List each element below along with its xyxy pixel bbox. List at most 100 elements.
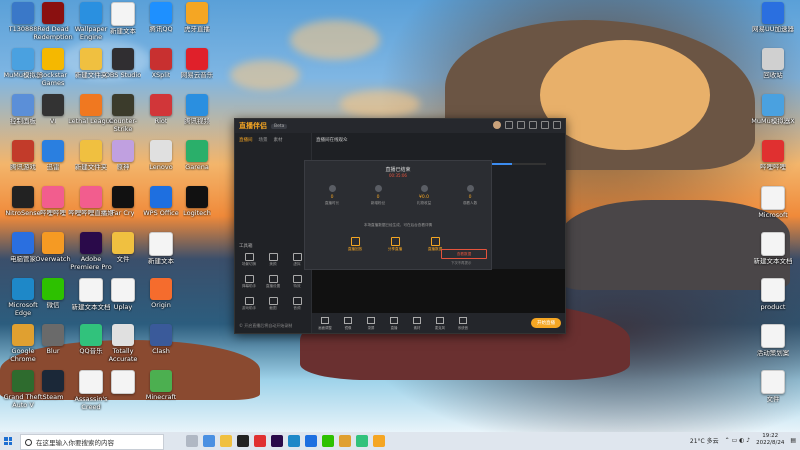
desktop-icon[interactable]: Minecraft [138, 370, 184, 409]
lenovo-icon [150, 140, 172, 162]
wechat-taskbar-icon[interactable] [322, 435, 334, 447]
stat-item: 0 直播时长 [317, 185, 347, 206]
desktop-icon[interactable]: 回收站 [750, 48, 796, 87]
bottom-toolbar-item[interactable]: 素材 [407, 316, 427, 330]
desktop-icon[interactable]: product [750, 278, 796, 319]
xsplit-icon [150, 48, 172, 70]
wallpaper-icon [80, 2, 102, 24]
task-view-icon[interactable] [186, 435, 198, 447]
stat-label: 观看人数 [462, 201, 478, 205]
bottom-toolbar-item[interactable]: 画面调整 [315, 316, 335, 330]
netease-icon [186, 48, 208, 70]
search-placeholder: 在这里输入你要搜索的内容 [36, 439, 114, 447]
dialog-action[interactable]: 分享直播 [379, 237, 411, 252]
folder-icon [112, 232, 134, 254]
desktop-icon[interactable]: 新建文本文档 [750, 232, 796, 273]
desktop-icon[interactable]: Logitech [174, 186, 220, 225]
settings-icon[interactable] [517, 121, 525, 129]
bottom-toolbar-item[interactable]: 直播 [384, 316, 404, 330]
stream-preview[interactable] [312, 269, 565, 313]
dialog-action[interactable]: 直播回放 [339, 237, 371, 252]
desktop-icon[interactable]: 哔哩哔哩 [750, 140, 796, 179]
desktop-icon[interactable]: 网易云音乐 [174, 48, 220, 87]
live-app-taskbar-icon[interactable] [373, 435, 385, 447]
toolbox-item[interactable]: 截图 [263, 297, 283, 311]
stat-value: ¥0.0 [418, 195, 430, 200]
message-icon[interactable] [505, 121, 513, 129]
app-tag: Beta [271, 123, 288, 129]
toolbox-item[interactable]: 特效 [287, 275, 307, 289]
desktop-icon[interactable]: 网易UU加速器 [750, 2, 796, 41]
clock[interactable]: 19:22 2022/8/24 [756, 433, 784, 447]
doc-icon [111, 278, 135, 302]
tencent-video-icon [186, 94, 208, 116]
action-label: 分享直播 [387, 247, 403, 251]
recycle-bin-icon [762, 48, 784, 70]
minimize-icon[interactable] [529, 121, 537, 129]
huya-icon [186, 2, 208, 24]
desktop-icon[interactable]: 活动策划案 [750, 324, 796, 365]
toolbox-item[interactable]: 音频 [287, 297, 307, 311]
desktop-icon[interactable]: 文件 [750, 370, 796, 411]
premiere-taskbar-icon[interactable] [271, 435, 283, 447]
lethal-icon [80, 94, 102, 116]
notion-taskbar-icon[interactable] [237, 435, 249, 447]
stat-item: ¥0.0 礼物收益 [409, 185, 439, 206]
weather[interactable]: 21°C 多云 [690, 436, 719, 445]
taskbar-search[interactable]: 在这里输入你要搜索的内容 [20, 434, 164, 450]
chrome-taskbar-icon[interactable] [339, 435, 351, 447]
desktop-icon-label: Microsoft [758, 212, 788, 219]
bottom-toolbar-item[interactable]: 麦克风 [430, 316, 450, 330]
desktop-icon[interactable]: MuMu模拟器X [750, 94, 796, 133]
music-taskbar-icon[interactable] [356, 435, 368, 447]
start-button[interactable] [0, 432, 16, 450]
tool-icon [268, 297, 278, 305]
toolbox-item[interactable]: 场景切换 [239, 253, 259, 267]
bottom-toolbar-item[interactable]: 镜像 [338, 316, 358, 330]
close-icon[interactable] [553, 121, 561, 129]
desktop-icon[interactable]: 新建文本 [138, 232, 184, 273]
system-tray: 21°C 多云 ⌃ ▭ ◐ ♪ 19:22 2022/8/24 ▤ [690, 433, 796, 447]
uu-icon [762, 2, 784, 24]
bottom-toolbar-item[interactable]: 系统音 [453, 316, 473, 330]
toolbox-item[interactable]: 游戏助手 [239, 297, 259, 311]
toolbox-item[interactable]: 直播设置 [263, 275, 283, 289]
desktop-icon[interactable]: Origin [138, 278, 184, 317]
desktop-icon[interactable]: Garena [174, 140, 220, 179]
desktop-icon-label: Far Cry [111, 210, 135, 217]
top-info: 直播间在线观众 [316, 138, 348, 143]
browser-taskbar-icon[interactable] [288, 435, 300, 447]
toolbox-item[interactable]: 美颜 [263, 253, 283, 267]
desktop-icon[interactable]: 腾讯视频 [174, 94, 220, 133]
farcry-icon [112, 186, 134, 208]
app-taskbar-icon[interactable] [254, 435, 266, 447]
dont-show-again-checkbox[interactable]: 下次不再提示 [451, 260, 471, 265]
notification-icon[interactable]: ▤ [790, 437, 796, 444]
tab-live-room[interactable]: 直播间 [239, 137, 253, 143]
avatar[interactable] [493, 121, 501, 129]
paper-plane-icon [150, 2, 172, 24]
doc-icon [761, 370, 785, 394]
explorer-taskbar-icon[interactable] [220, 435, 232, 447]
tab-assets[interactable]: 素材 [274, 137, 283, 143]
mail-taskbar-icon[interactable] [305, 435, 317, 447]
tool-label: 美颜 [269, 262, 277, 266]
tool-label: 直播设置 [265, 284, 281, 288]
desktop-icon-label: VI [49, 118, 57, 125]
desktop-icon[interactable]: Clash [138, 324, 184, 363]
toolbar-icon [390, 316, 398, 324]
view-data-button[interactable]: 查看数据 [441, 249, 487, 259]
toolbox-item[interactable]: 弹幕助手 [239, 275, 259, 289]
toolbar-icon [436, 316, 444, 324]
bottom-toolbar-item[interactable]: 录屏 [361, 316, 381, 330]
app-titlebar[interactable]: 直播伴侣 Beta [235, 119, 565, 133]
maximize-icon[interactable] [541, 121, 549, 129]
desktop-icon[interactable]: 虎牙直播 [174, 2, 220, 41]
doc-icon [111, 370, 135, 394]
go-live-button[interactable]: 开始直播 [531, 318, 561, 328]
tab-scene[interactable]: 场景 [259, 137, 268, 143]
stat-icon [466, 185, 474, 192]
edge-taskbar-icon[interactable] [203, 435, 215, 447]
desktop-icon[interactable]: Microsoft [750, 186, 796, 227]
tray-icons[interactable]: ⌃ ▭ ◐ ♪ [725, 437, 750, 444]
